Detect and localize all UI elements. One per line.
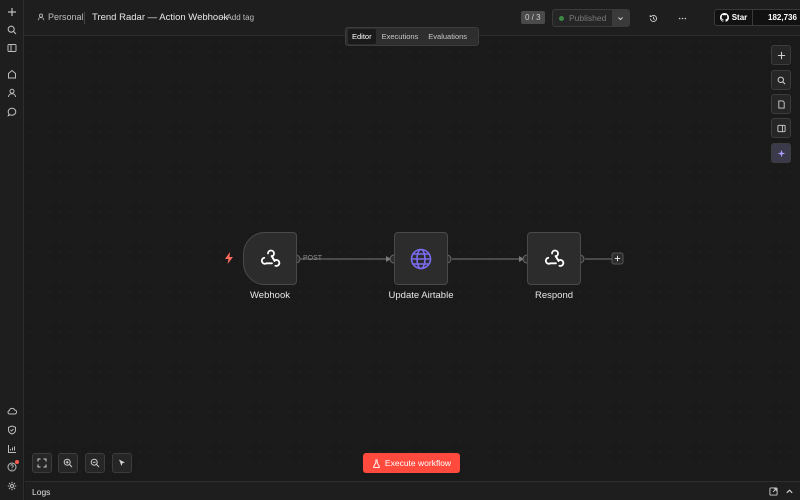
publish-button[interactable]: Published: [553, 10, 612, 26]
add-node-button[interactable]: [771, 45, 791, 65]
zoom-in-button[interactable]: [58, 453, 78, 473]
chevron-down-icon: [618, 16, 623, 20]
node-update-airtable[interactable]: [394, 232, 448, 285]
node-label-webhook: Webhook: [250, 290, 290, 301]
node-label-respond: Respond: [534, 290, 574, 301]
published-status-dot: [559, 15, 564, 21]
tab-evaluations[interactable]: Evaluations: [424, 29, 471, 44]
more-icon: [678, 17, 686, 19]
cloud-icon[interactable]: [4, 403, 20, 419]
logs-label: Logs: [32, 487, 51, 497]
history-button[interactable]: [645, 10, 661, 26]
chat-icon[interactable]: [4, 104, 20, 120]
node-webhook[interactable]: [243, 232, 297, 285]
settings-icon[interactable]: [4, 478, 20, 494]
zoom-out-icon: [90, 458, 100, 468]
github-star-label: Star: [731, 13, 748, 22]
logs-panel[interactable]: Logs: [25, 481, 800, 500]
panel-icon: [776, 124, 786, 132]
left-sidebar: [0, 0, 24, 500]
breadcrumb-divider: [84, 12, 85, 24]
execute-workflow-button[interactable]: Execute workflow: [363, 453, 460, 473]
zoom-in-icon: [63, 458, 73, 468]
publish-dropdown-button[interactable]: [612, 10, 629, 26]
pop-out-logs-button[interactable]: [768, 486, 779, 497]
user-icon[interactable]: [4, 85, 20, 101]
note-icon: [777, 99, 785, 109]
search-icon[interactable]: [4, 22, 20, 38]
pop-out-icon: [769, 487, 778, 496]
webhook-icon: [260, 249, 281, 267]
search-icon: [777, 76, 785, 84]
connection-label: POST: [303, 255, 323, 262]
fit-view-icon: [37, 458, 47, 468]
github-star: Star: [715, 10, 753, 25]
more-options-button[interactable]: [674, 10, 690, 26]
workflow-title[interactable]: Trend Radar — Action Webhook: [92, 12, 228, 23]
toggle-panel-button[interactable]: [771, 118, 791, 138]
chevron-up-icon: [786, 489, 793, 494]
sidebar-toggle-icon[interactable]: [4, 40, 20, 56]
help-icon[interactable]: [4, 459, 20, 475]
user-icon: [37, 13, 45, 21]
github-star-count: 182,736: [768, 13, 797, 22]
fit-view-button[interactable]: [32, 453, 52, 473]
expand-logs-button[interactable]: [784, 486, 795, 497]
version-counter[interactable]: 0 / 3: [521, 11, 545, 24]
project-name: Personal: [48, 12, 84, 22]
tab-editor[interactable]: Editor: [348, 29, 376, 44]
add-sticky-note-button[interactable]: [771, 94, 791, 114]
notification-dot: [15, 460, 19, 464]
flask-icon: [373, 458, 380, 468]
node-label-update-airtable: Update Airtable: [388, 290, 454, 301]
github-star-button[interactable]: Star 182,736: [714, 9, 800, 26]
tab-executions[interactable]: Executions: [378, 29, 423, 44]
sparkle-icon: [777, 149, 785, 157]
add-tag-button[interactable]: + Add tag: [220, 13, 254, 22]
ai-assistant-button[interactable]: [771, 143, 791, 163]
project-breadcrumb[interactable]: Personal: [37, 12, 84, 22]
zoom-out-button[interactable]: [85, 453, 105, 473]
shield-icon[interactable]: [4, 422, 20, 438]
trigger-bolt-icon: [225, 252, 233, 264]
cursor-icon: [119, 459, 125, 466]
home-icon[interactable]: [4, 66, 20, 82]
tidy-up-button[interactable]: [112, 453, 132, 473]
github-icon: [719, 13, 729, 22]
webhook-icon: [544, 249, 565, 267]
search-nodes-button[interactable]: [771, 70, 791, 90]
execute-workflow-label: Execute workflow: [384, 458, 452, 468]
chart-icon[interactable]: [4, 441, 20, 457]
globe-icon: [410, 248, 432, 269]
plus-icon: [777, 51, 785, 59]
publish-label: Published: [569, 13, 607, 23]
history-icon: [649, 14, 657, 22]
publish-control: Published: [552, 9, 630, 27]
view-tabs: Editor Executions Evaluations: [345, 27, 479, 46]
node-respond[interactable]: [527, 232, 581, 285]
plus-icon[interactable]: [4, 4, 20, 20]
